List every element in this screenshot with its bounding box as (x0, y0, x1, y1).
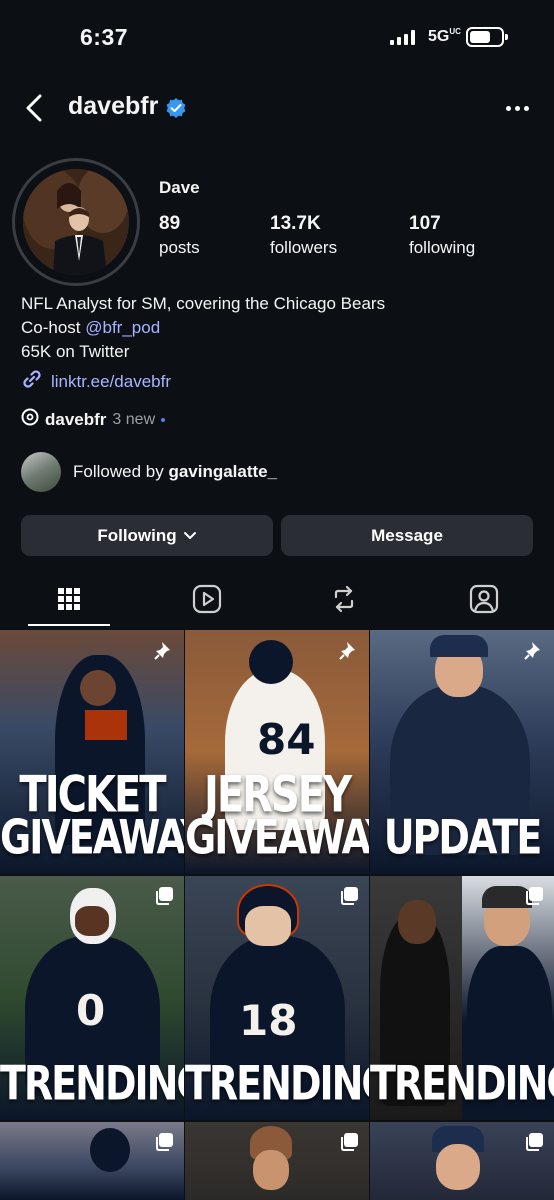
post-caption-line: GIVEAWAY (0, 809, 184, 865)
more-options-icon[interactable] (500, 96, 534, 120)
link-icon (21, 368, 43, 395)
tab-tagged[interactable] (467, 582, 501, 616)
post-caption-line: TRENDING (185, 1055, 369, 1111)
chevron-down-icon (183, 526, 197, 546)
carousel-icon (339, 1132, 359, 1152)
active-tab-indicator (28, 624, 110, 626)
reposts-icon (334, 585, 354, 613)
tab-posts-grid[interactable] (52, 582, 86, 616)
threads-new-count: 3 new (112, 410, 156, 428)
threads-badge[interactable]: davebfr 3 new (21, 408, 166, 431)
followers-count[interactable]: 13.7K followers (270, 213, 337, 258)
post-tile[interactable]: 0 TRENDING (0, 876, 184, 1120)
bio-line: Co-host @bfr_pod (21, 318, 161, 337)
posts-count[interactable]: 89 posts (159, 213, 200, 258)
carousel-icon (524, 886, 544, 906)
pin-icon (524, 640, 544, 660)
tagged-icon (469, 584, 499, 614)
profile-username: davebfr (68, 92, 159, 120)
status-time: 6:37 (80, 24, 129, 50)
profile-avatar[interactable] (12, 158, 140, 286)
bio-mention-link[interactable]: @bfr_pod (85, 318, 160, 337)
carousel-icon (154, 1132, 174, 1152)
post-tile[interactable]: 84 JERSEY GIVEAWAY (185, 630, 369, 874)
grid-icon (58, 588, 80, 610)
tab-reposts[interactable] (327, 582, 361, 616)
threads-icon (21, 408, 39, 431)
profile-link[interactable]: linktr.ee/davebfr (21, 368, 171, 395)
followed-by-row[interactable]: Followed by gavingalatte_ (21, 452, 277, 492)
verified-badge-icon (165, 97, 187, 119)
message-button[interactable]: Message (281, 515, 533, 556)
post-caption-line: TRENDING (0, 1055, 184, 1111)
post-tile[interactable] (185, 1122, 369, 1200)
signal-icon (390, 30, 415, 45)
bio-line: 65K on Twitter (21, 342, 130, 361)
post-tile[interactable]: TRENDING (370, 876, 554, 1120)
post-tile[interactable]: UPDATE (370, 630, 554, 874)
bio-line: NFL Analyst for SM, covering the Chicago… (21, 294, 386, 313)
post-tile[interactable] (370, 1122, 554, 1200)
network-indicator: 5GUC (428, 27, 461, 46)
following-button[interactable]: Following (21, 515, 273, 556)
pin-icon (339, 640, 359, 660)
post-tile[interactable] (0, 1122, 184, 1200)
tab-reels[interactable] (190, 582, 224, 616)
post-caption-line: GIVEAWAY (185, 809, 369, 865)
following-count[interactable]: 107 following (409, 213, 475, 258)
carousel-icon (524, 1132, 544, 1152)
post-tile[interactable]: TICKET GIVEAWAY (0, 630, 184, 874)
post-caption-line: UPDATE (383, 809, 543, 865)
threads-handle: davebfr (45, 409, 107, 429)
display-name: Dave (159, 178, 200, 197)
new-indicator-dot (161, 417, 166, 422)
back-arrow-icon[interactable] (20, 92, 52, 124)
carousel-icon (339, 886, 359, 906)
battery-icon (466, 27, 508, 47)
status-bar: 6:37 5GUC (0, 0, 554, 70)
mutual-follower-avatar (21, 452, 61, 492)
profile-bio: NFL Analyst for SM, covering the Chicago… (21, 292, 385, 364)
avatar-photo (23, 169, 129, 275)
pin-icon (154, 640, 174, 660)
mutual-follower-name: gavingalatte_ (168, 462, 278, 481)
post-caption-line: TRENDING (370, 1055, 554, 1111)
link-text: linktr.ee/davebfr (51, 371, 172, 391)
post-tile[interactable]: 18 TRENDING (185, 876, 369, 1120)
carousel-icon (154, 886, 174, 906)
reels-icon (192, 584, 222, 614)
